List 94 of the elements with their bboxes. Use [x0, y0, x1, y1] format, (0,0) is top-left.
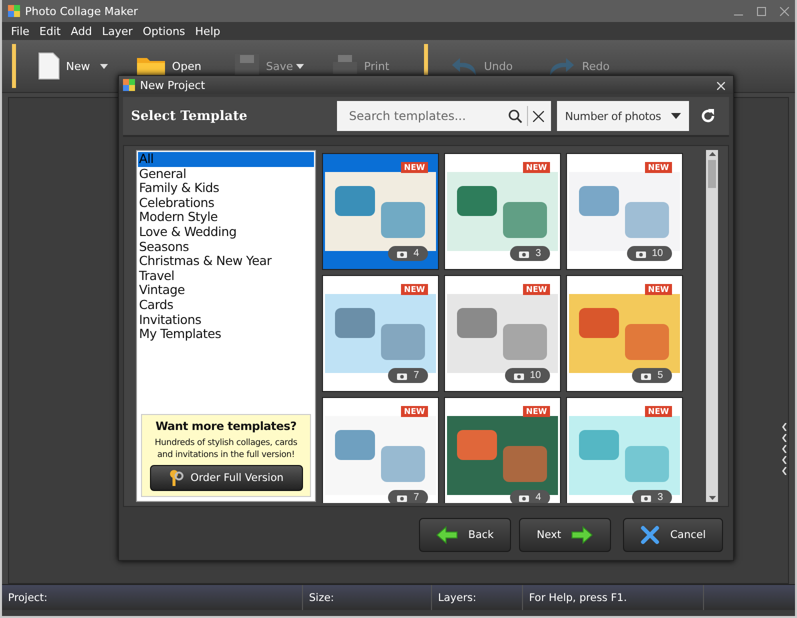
photo-count: 4 — [388, 246, 428, 261]
category-item[interactable]: Invitations — [138, 312, 314, 328]
photo-count: 7 — [388, 368, 428, 383]
new-badge: NEW — [401, 406, 428, 417]
search-field[interactable]: Search templates... — [347, 108, 505, 124]
category-item[interactable]: Modern Style — [138, 210, 314, 225]
new-badge: NEW — [523, 162, 550, 173]
redo-arrow-icon — [548, 55, 576, 77]
template-thumbnail[interactable]: NEW 5 — [566, 275, 683, 392]
camera-icon — [397, 250, 408, 258]
photo-count: 10 — [626, 246, 672, 261]
toolbar-button[interactable]: New — [32, 52, 130, 80]
template-thumbnail[interactable]: NEW 4 — [444, 397, 561, 503]
dialog-title: New Project — [140, 78, 206, 92]
refresh-icon — [699, 107, 717, 125]
new-badge: NEW — [645, 284, 672, 295]
status-field: Layers: — [432, 585, 523, 610]
photo-count: 3 — [510, 246, 550, 261]
photo-count: 4 — [510, 490, 550, 503]
template-thumbnail[interactable]: NEW 7 — [322, 275, 439, 392]
new-badge: NEW — [401, 284, 428, 295]
menu-item[interactable]: Add — [66, 24, 98, 38]
camera-icon — [636, 250, 646, 258]
keys-icon — [168, 469, 184, 487]
template-thumbnail[interactable]: NEW 10 — [566, 153, 683, 270]
close-icon[interactable] — [780, 6, 789, 16]
camera-icon — [514, 372, 524, 380]
category-item[interactable]: General — [138, 166, 314, 182]
category-item[interactable]: All — [138, 152, 314, 167]
menu-item[interactable]: Edit — [34, 24, 66, 38]
document-icon — [38, 52, 60, 80]
cross-icon — [640, 525, 660, 545]
close-icon — [717, 82, 725, 90]
new-badge: NEW — [645, 162, 672, 173]
new-badge: NEW — [645, 406, 672, 417]
category-item[interactable]: My Templates — [138, 327, 314, 342]
search-box[interactable]: Search templates... — [337, 101, 551, 131]
category-item[interactable]: Christmas & New Year — [138, 254, 314, 269]
dialog-button[interactable]: Back — [419, 518, 511, 552]
template-thumbnail[interactable]: NEW 10 — [444, 275, 561, 392]
app-logo-icon — [123, 79, 135, 91]
search-icon — [508, 109, 522, 123]
category-item[interactable]: Celebrations — [138, 196, 314, 210]
menu-item[interactable]: Help — [190, 24, 226, 38]
category-item[interactable]: Love & Wedding — [138, 224, 314, 240]
category-item[interactable]: Vintage — [138, 283, 314, 298]
app-logo-icon — [8, 5, 20, 17]
template-thumbnail[interactable]: NEW 4 — [322, 153, 439, 270]
photo-count: 5 — [632, 368, 672, 383]
camera-icon — [519, 494, 530, 502]
camera-icon — [397, 494, 408, 502]
scrollbar-thumb[interactable] — [708, 160, 716, 188]
order-button[interactable]: Order Full Version — [150, 465, 302, 491]
caret-icon — [671, 113, 681, 119]
camera-icon — [397, 372, 408, 380]
promo-title: Want more templates? — [155, 419, 297, 433]
category-item[interactable]: Travel — [138, 268, 314, 284]
promo-text: Hundreds of stylish collages, cards and invitations in the full version! — [154, 437, 298, 461]
status-field: Project: — [2, 585, 303, 610]
camera-icon — [519, 250, 530, 258]
sort-dropdown[interactable]: Number of photos — [557, 101, 689, 131]
category-item[interactable]: Family & Kids — [138, 181, 314, 196]
left-arrow-icon — [436, 526, 458, 544]
window-title: Photo Collage Maker — [25, 4, 139, 18]
new-badge: NEW — [523, 406, 550, 417]
photo-count: 10 — [504, 368, 550, 383]
status-field: Size: — [303, 585, 432, 610]
template-thumbnail[interactable]: NEW 3 — [444, 153, 561, 270]
template-thumbnail[interactable]: NEW 3 — [566, 397, 683, 503]
camera-icon — [641, 494, 652, 502]
template-thumbnail[interactable]: NEW 7 — [322, 397, 439, 503]
menu-item[interactable]: Layer — [97, 24, 138, 38]
up-arrow-icon[interactable] — [708, 152, 716, 156]
new-badge: NEW — [523, 284, 550, 295]
caret-icon[interactable] — [100, 64, 108, 68]
menu-item[interactable]: File — [6, 24, 34, 38]
category-item[interactable]: Seasons — [138, 240, 314, 254]
category-item[interactable]: Cards — [138, 298, 314, 313]
status-field: For Help, press F1. — [523, 585, 704, 610]
maximize-icon[interactable] — [757, 6, 766, 16]
menu-item[interactable]: Options — [138, 24, 190, 38]
dialog-button[interactable]: Next — [519, 518, 611, 552]
undo-arrow-icon — [450, 55, 478, 77]
camera-icon — [641, 372, 652, 380]
scrollbar[interactable] — [706, 150, 718, 502]
photo-count: 7 — [388, 490, 428, 503]
photo-count: 3 — [632, 490, 672, 503]
close-icon — [533, 110, 544, 122]
right-arrow-icon — [571, 526, 594, 544]
section-heading: Select Template — [131, 108, 248, 124]
new-badge: NEW — [401, 162, 428, 173]
clear-button[interactable] — [530, 110, 547, 122]
down-arrow-icon[interactable] — [708, 496, 716, 500]
dialog-button[interactable]: Cancel — [623, 518, 723, 552]
